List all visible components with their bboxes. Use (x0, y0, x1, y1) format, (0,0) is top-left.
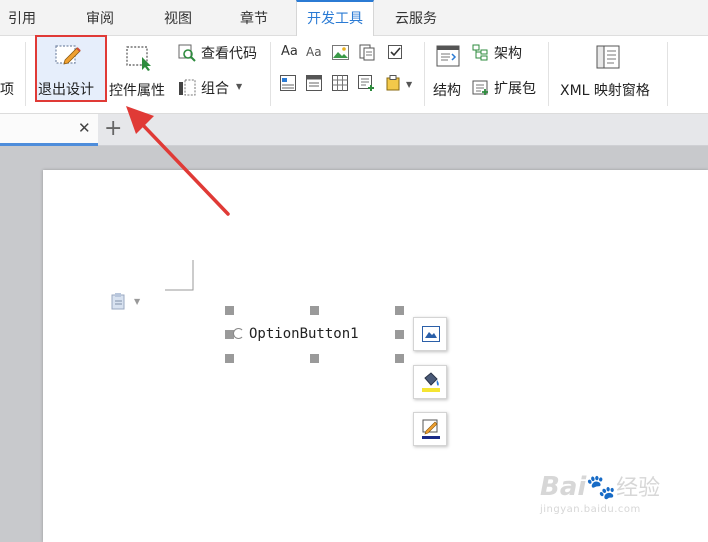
resize-handle[interactable] (395, 354, 404, 363)
ribbon-separator (25, 42, 26, 106)
page-margin-corner-mark (165, 260, 194, 291)
tab-references[interactable]: 引用 (0, 0, 44, 36)
watermark-brand: Bai (540, 472, 587, 502)
watermark-url: jingyan.baidu.com (540, 504, 641, 515)
chevron-down-icon[interactable]: ▼ (406, 80, 412, 89)
checkbox-icon[interactable] (388, 45, 404, 60)
resize-handle[interactable] (225, 306, 234, 315)
group-button[interactable]: 组合 ▼ (178, 77, 258, 99)
schema-label: 架构 (494, 46, 522, 62)
paint-bucket-icon (422, 372, 440, 392)
control-properties-button[interactable]: 控件属性 (108, 40, 172, 102)
view-code-label: 查看代码 (201, 46, 257, 62)
ribbon-separator (424, 42, 425, 106)
exit-design-icon (55, 45, 81, 65)
table-icon[interactable] (332, 75, 348, 91)
ribbon-item-cut-label[interactable]: 项 (0, 79, 14, 99)
paw-icon: 🐾 (586, 473, 617, 501)
view-code-icon (178, 44, 196, 62)
ribbon-separator (667, 42, 668, 106)
control-properties-icon (126, 46, 151, 71)
option-button-control[interactable]: OptionButton1 (233, 326, 359, 342)
resize-handle[interactable] (225, 354, 234, 363)
annotation-arrow (126, 106, 230, 216)
paste-options-button[interactable]: ▼ (110, 292, 146, 312)
radio-icon (233, 328, 244, 339)
group-label: 组合 (201, 81, 229, 97)
document-icon[interactable] (359, 44, 375, 61)
expansion-pack-label: 扩展包 (494, 81, 536, 97)
pencil-line-icon (422, 419, 440, 439)
resize-handle[interactable] (310, 306, 319, 315)
schema-button[interactable]: 架构 (472, 43, 542, 65)
structure-icon (436, 45, 460, 67)
close-icon[interactable]: ✕ (78, 119, 91, 137)
ribbon-separator (548, 42, 549, 106)
ribbon-tab-bar: 引用 审阅 视图 章节 开发工具 云服务 (0, 0, 708, 37)
clipboard-icon (111, 293, 125, 310)
tab-cloud-services[interactable]: 云服务 (380, 0, 452, 36)
combo-box-icon[interactable] (280, 75, 296, 91)
tab-developer-tools[interactable]: 开发工具 (296, 0, 374, 37)
exit-design-label: 退出设计 (38, 82, 94, 98)
resize-handle[interactable] (310, 354, 319, 363)
expansion-pack-icon (472, 80, 488, 95)
layout-options-icon (422, 326, 440, 342)
view-code-button[interactable]: 查看代码 (178, 42, 268, 64)
insert-field-icon[interactable] (358, 75, 376, 92)
schema-icon (472, 44, 488, 61)
xml-mapping-pane-button[interactable]: XML 映射窗格 (556, 44, 660, 102)
chevron-down-icon[interactable]: ▼ (134, 297, 140, 306)
xml-mapping-pane-icon (596, 45, 620, 69)
control-properties-label: 控件属性 (109, 83, 165, 99)
form-controls-gallery: Aa Aa ▼ (279, 44, 419, 104)
option-button-label: OptionButton1 (249, 326, 359, 342)
structure-label: 结构 (433, 83, 461, 99)
watermark: Bai🐾经验 jingyan.baidu.com (540, 470, 660, 515)
exit-design-button[interactable]: 退出设计 (35, 35, 107, 102)
document-tab[interactable]: ✕ (0, 114, 98, 146)
ribbon-separator (270, 42, 271, 106)
resize-handle[interactable] (395, 306, 404, 315)
group-icon (179, 79, 196, 96)
fill-color-button[interactable] (413, 365, 447, 399)
structure-button[interactable]: 结构 (430, 44, 470, 102)
chevron-down-icon[interactable]: ▼ (236, 82, 242, 91)
line-color-button[interactable] (413, 412, 447, 446)
document-tab-strip: ✕ + (0, 114, 708, 146)
tab-view[interactable]: 视图 (150, 0, 206, 36)
layout-options-button[interactable] (413, 317, 447, 351)
list-box-icon[interactable] (306, 75, 322, 91)
xml-mapping-pane-label: XML 映射窗格 (560, 83, 650, 99)
label-icon[interactable]: Aa (306, 45, 322, 59)
tab-chapter[interactable]: 章节 (226, 0, 282, 36)
expansion-pack-button[interactable]: 扩展包 (472, 78, 544, 100)
resize-handle[interactable] (395, 330, 404, 339)
legacy-tools-icon[interactable] (386, 75, 404, 91)
watermark-brand-2: 经验 (616, 476, 661, 501)
tab-review[interactable]: 审阅 (72, 0, 128, 36)
image-icon[interactable] (332, 45, 349, 60)
text-box-icon[interactable]: Aa (281, 44, 298, 59)
